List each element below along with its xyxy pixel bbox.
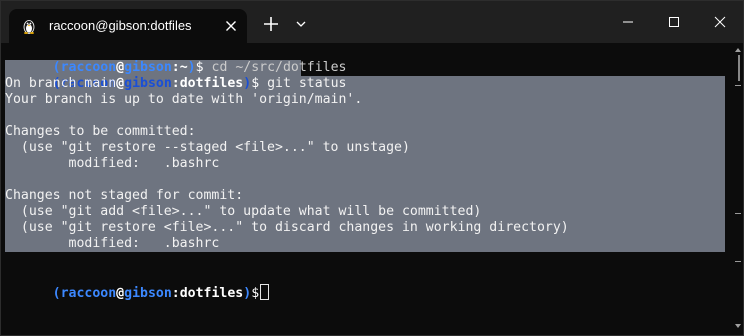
output-line: Changes to be committed:: [5, 124, 196, 139]
output-line: Your branch is up to date with 'origin/m…: [5, 92, 363, 107]
maximize-icon[interactable]: [651, 1, 697, 43]
prompt-line: (raccoon@gibson:~)$ cd ~/src/dotfiles: [5, 44, 347, 75]
chevron-down-icon[interactable]: [293, 16, 309, 32]
output-line: modified: .bashrc: [5, 236, 220, 251]
prompt-colon: :: [171, 76, 180, 91]
command-text: git status: [259, 76, 347, 91]
output-line: (use "git add <file>..." to update what …: [5, 204, 482, 219]
prompt-bracket: (: [52, 286, 61, 301]
prompt-colon: :: [171, 286, 180, 301]
scroll-down-icon[interactable]: [734, 323, 742, 329]
terminal-tab[interactable]: raccoon@gibson:dotfiles: [9, 9, 247, 43]
prompt-cwd: dotfiles: [179, 76, 244, 91]
linux-penguin-icon: [23, 20, 35, 34]
prompt-line: (raccoon@gibson:dotfiles)$: [5, 268, 270, 301]
prompt-dollar: $: [251, 286, 260, 301]
terminal-window: raccoon@gibson:dotfiles (raccoon@gibson:…: [0, 0, 744, 336]
scrollbar[interactable]: [733, 43, 743, 335]
prompt-user: raccoon: [60, 286, 117, 301]
new-tab-icon[interactable]: [261, 14, 281, 34]
output-line: Changes not staged for commit:: [5, 188, 244, 203]
output-line: modified: .bashrc: [5, 156, 220, 171]
prompt-bracket: ): [243, 76, 252, 91]
scroll-mark: [735, 261, 741, 262]
minimize-icon[interactable]: [605, 1, 651, 43]
prompt-at: @: [116, 76, 125, 91]
title-bar[interactable]: raccoon@gibson:dotfiles: [1, 1, 743, 43]
output-line: (use "git restore --staged <file>..." to…: [5, 140, 410, 155]
prompt-dollar: $: [251, 76, 260, 91]
scroll-mark: [735, 85, 741, 86]
prompt-at: @: [116, 286, 125, 301]
scroll-mark: [735, 213, 741, 214]
output-line: (use "git restore <file>..." to discard …: [5, 220, 569, 235]
output-line: On branch main: [5, 76, 117, 91]
close-window-icon[interactable]: [697, 1, 743, 43]
tab-title: raccoon@gibson:dotfiles: [49, 18, 192, 33]
prompt-host: gibson: [124, 76, 172, 91]
scrollbar-thumb[interactable]: [738, 55, 740, 81]
terminal-output[interactable]: (raccoon@gibson:~)$ cd ~/src/dotfiles (r…: [1, 43, 743, 335]
text-cursor: [260, 284, 270, 300]
prompt-bracket: ): [243, 286, 252, 301]
close-tab-icon[interactable]: [223, 18, 239, 34]
prompt-cwd: dotfiles: [179, 286, 244, 301]
scroll-up-icon[interactable]: [734, 47, 742, 53]
prompt-line: (raccoon@gibson:dotfiles)$ git status: [5, 60, 347, 91]
prompt-host: gibson: [124, 286, 172, 301]
